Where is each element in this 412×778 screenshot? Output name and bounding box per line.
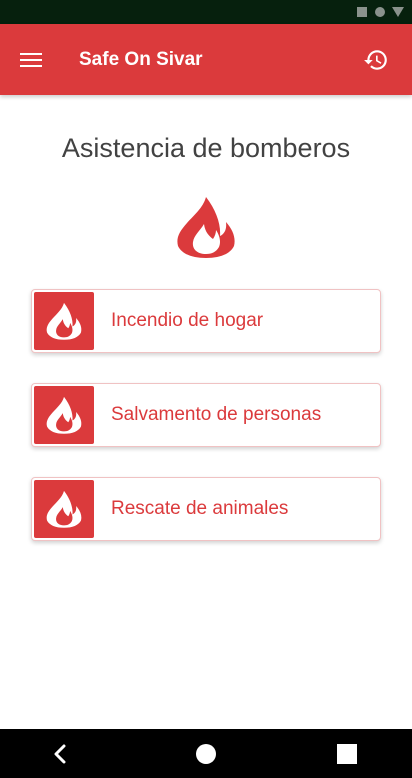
signal-triangle-icon [392, 7, 404, 17]
option-incendio-de-hogar[interactable]: Incendio de hogar [31, 289, 381, 353]
hamburger-menu-icon [20, 53, 42, 67]
home-icon [196, 743, 216, 764]
option-label: Incendio de hogar [111, 310, 264, 331]
fire-icon [46, 396, 82, 434]
app-bar: Safe On Sivar [0, 24, 412, 95]
fire-icon [46, 302, 82, 340]
fire-icon [177, 197, 235, 258]
home-button[interactable] [176, 729, 236, 778]
menu-button[interactable] [12, 42, 50, 78]
app-title: Safe On Sivar [79, 49, 203, 70]
option-icon-box [34, 292, 94, 350]
recents-icon [337, 743, 357, 764]
option-rescate-de-animales[interactable]: Rescate de animales [31, 477, 381, 541]
back-button[interactable] [30, 729, 90, 778]
system-nav-bar [0, 729, 412, 778]
option-label: Rescate de animales [111, 498, 289, 519]
recents-button[interactable] [317, 729, 377, 778]
history-icon [364, 50, 387, 70]
status-bar [0, 0, 412, 24]
option-salvamento-de-personas[interactable]: Salvamento de personas [31, 383, 381, 447]
option-icon-box [34, 386, 94, 444]
option-label: Salvamento de personas [111, 404, 322, 425]
fire-icon [46, 490, 82, 528]
page-title: Asistencia de bomberos [61, 133, 351, 163]
notification-square-icon [357, 7, 367, 17]
history-button[interactable] [358, 42, 394, 78]
back-icon [54, 744, 66, 763]
notification-circle-icon [375, 7, 385, 17]
option-icon-box [34, 480, 94, 538]
